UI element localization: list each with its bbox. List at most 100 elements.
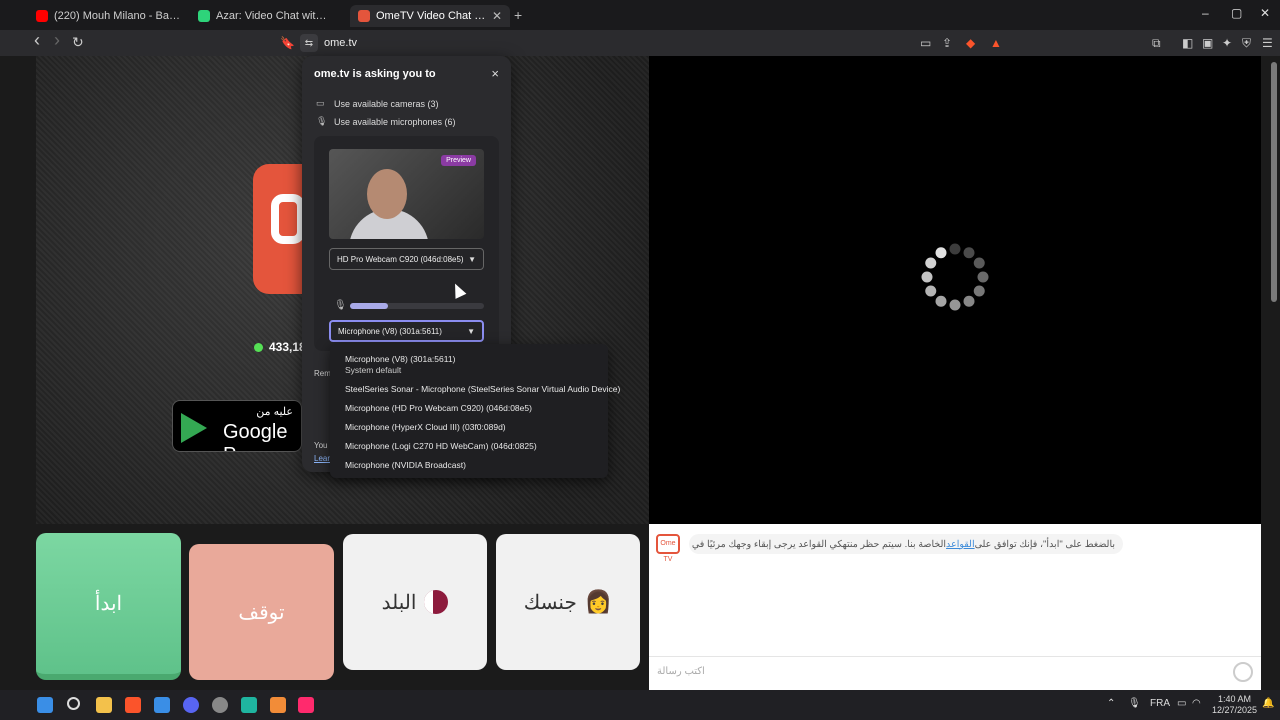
discord-icon[interactable] — [183, 697, 199, 713]
site-settings-icon[interactable]: ⇆ — [300, 34, 318, 52]
learn-more-link[interactable]: Lear — [314, 454, 330, 463]
language-indicator[interactable]: FRA — [1150, 698, 1170, 709]
chevron-up-icon[interactable]: ⌃ — [1107, 698, 1115, 709]
tab-label: (220) Mouh Milano - Bahre Tofane | — [54, 10, 180, 22]
forward-button[interactable]: › — [54, 30, 60, 51]
scrollbar-thumb[interactable] — [1271, 62, 1277, 302]
brave-shield-icon[interactable]: ◆ — [966, 36, 975, 50]
mic-option[interactable]: Microphone (HD Pro Webcam C920) (046d:08… — [330, 403, 608, 414]
spinner-dot — [935, 247, 947, 259]
leo-icon[interactable]: ✦ — [1222, 36, 1232, 50]
new-tab-button[interactable]: + — [514, 7, 522, 23]
menu-icon[interactable]: ☰ — [1262, 36, 1273, 50]
url-text: ome.tv — [324, 37, 358, 49]
capcut-icon[interactable] — [241, 697, 257, 713]
screenshot-icon[interactable]: ⧉ — [1152, 36, 1161, 51]
share-icon[interactable]: ⇪ — [942, 36, 952, 50]
maximize-button[interactable]: ▢ — [1231, 6, 1242, 20]
tab-ometv[interactable]: OmeTV Video Chat — Omegle A ✕ — [350, 5, 510, 27]
file-explorer-icon[interactable] — [96, 697, 112, 713]
gplay-label: Google P — [223, 421, 288, 451]
emoji-icon[interactable] — [1233, 662, 1253, 682]
reload-button[interactable]: ↻ — [72, 34, 84, 51]
mic-level-icon: 🎙 — [334, 300, 347, 311]
settings-icon[interactable] — [212, 697, 228, 713]
message-text-post: الخاصة بنا. سيتم حظر منتهكي القواعد يرجى… — [689, 538, 947, 550]
azar-icon — [198, 10, 210, 22]
info-text: You — [314, 441, 328, 450]
camera-preview: Preview — [329, 149, 484, 239]
minimize-button[interactable]: – — [1202, 6, 1209, 20]
rules-link[interactable]: القواعد — [946, 539, 975, 550]
windows-start-icon[interactable] — [37, 697, 53, 713]
tab-azar[interactable]: Azar: Video Chat with New Peopl — [190, 5, 340, 27]
spinner-dot — [973, 257, 985, 269]
camera-select[interactable]: HD Pro Webcam C920 (046d:08e5) ▼ — [329, 248, 484, 270]
camera-permission: ▭ Use available cameras (3) — [316, 98, 439, 109]
close-tab-icon[interactable]: ✕ — [486, 9, 502, 23]
clock-time: 1:40 AM — [1218, 694, 1252, 704]
popup-title: ome.tv is asking you to — [314, 68, 436, 80]
close-icon[interactable]: × — [491, 66, 499, 81]
preview-person-face — [367, 169, 407, 219]
google-play-badge[interactable]: عليه من Google P — [172, 400, 302, 452]
page-scrollbar[interactable] — [1268, 56, 1280, 690]
microphone-permission-label: Use available microphones (6) — [334, 116, 456, 127]
search-icon[interactable] — [67, 697, 80, 710]
online-counter: 433,18 — [254, 340, 306, 354]
page-content: 433,18 عليه من Google P ابدأ توقف البلد … — [0, 56, 1280, 690]
gender-button[interactable]: جنسك 👩 — [496, 534, 640, 670]
mic-option[interactable]: Microphone (NVIDIA Broadcast) — [330, 460, 608, 471]
mic-option[interactable]: Microphone (V8) (301a:5611) System defau… — [330, 354, 608, 376]
message-text-pre: بالضغط على "ابدأ"، فإنك توافق على — [974, 538, 1115, 550]
brave-icon[interactable] — [125, 697, 141, 713]
camera-icon: ▭ — [316, 98, 325, 108]
vpn-icon[interactable]: ⛨ — [1242, 36, 1251, 51]
microphone-select[interactable]: Microphone (V8) (301a:5611) ▼ — [329, 320, 484, 342]
mic-option-label: Microphone (HyperX Cloud III) (03f0:089d… — [345, 422, 506, 432]
qatar-flag-icon — [424, 590, 449, 614]
chat-input-row[interactable]: اكتب رسالة — [649, 656, 1261, 688]
tab-youtube[interactable]: (220) Mouh Milano - Bahre Tofane | — [28, 5, 188, 27]
camera-select-value: HD Pro Webcam C920 (046d:08e5) — [337, 254, 464, 264]
mic-option-label: Microphone (V8) (301a:5611) — [345, 354, 456, 364]
close-window-button[interactable]: ✕ — [1260, 6, 1270, 20]
app-icon[interactable] — [270, 697, 286, 713]
brave-rewards-icon[interactable]: ▲ — [990, 36, 1002, 50]
network-icon[interactable]: ▭ — [1177, 698, 1186, 709]
taskbar: ⌃ 🎙 FRA ▭ ◠ 1:40 AM 12/27/2025 🔔 — [0, 690, 1280, 720]
chat-panel: Ome TV بالضغط على "ابدأ"، فإنك توافق على… — [649, 524, 1261, 690]
cast-icon[interactable]: ▭ — [920, 36, 931, 50]
mic-option-label: Microphone (NVIDIA Broadcast) — [345, 460, 466, 470]
stop-button[interactable]: توقف — [189, 544, 334, 680]
back-button[interactable]: ‹ — [34, 30, 40, 51]
url-field[interactable]: ⇆ ome.tv — [300, 33, 1020, 53]
start-label: ابدأ — [94, 593, 123, 615]
spinner-dot — [949, 299, 961, 311]
mic-option[interactable]: Microphone (Logi C270 HD WebCam) (046d:0… — [330, 441, 608, 452]
tab-label: OmeTV Video Chat — Omegle A — [376, 10, 486, 22]
mic-option[interactable]: SteelSeries Sonar - Microphone (SteelSer… — [330, 384, 620, 395]
start-button[interactable]: ابدأ — [36, 533, 181, 680]
chevron-down-icon: ▼ — [467, 326, 475, 336]
chat-input-placeholder: اكتب رسالة — [657, 666, 705, 677]
remember-label[interactable]: Rem — [314, 369, 331, 378]
clock-date: 12/27/2025 — [1212, 705, 1258, 715]
wallet-icon[interactable]: ▣ — [1202, 36, 1213, 50]
mic-option-label: SteelSeries Sonar - Microphone (SteelSer… — [345, 384, 621, 394]
photos-icon[interactable] — [154, 697, 170, 713]
preview-badge: Preview — [441, 155, 476, 166]
spinner-dot — [963, 295, 975, 307]
camera-permission-label: Use available cameras (3) — [334, 98, 439, 109]
device-card: Preview HD Pro Webcam C920 (046d:08e5) ▼… — [314, 136, 499, 351]
notification-icon[interactable]: 🔔 — [1262, 698, 1274, 709]
spinner-dot — [963, 247, 975, 259]
wifi-icon[interactable]: ◠ — [1192, 698, 1201, 709]
mic-option[interactable]: Microphone (HyperX Cloud III) (03f0:089d… — [330, 422, 608, 433]
microphone-tray-icon[interactable]: 🎙 — [1128, 698, 1141, 709]
bookmark-icon[interactable]: 🔖 — [280, 36, 295, 50]
tiktok-icon[interactable] — [298, 697, 314, 713]
country-button[interactable]: البلد — [343, 534, 487, 670]
sidebar-icon[interactable]: ◧ — [1182, 36, 1193, 50]
clock[interactable]: 1:40 AM 12/27/2025 — [1212, 694, 1257, 716]
